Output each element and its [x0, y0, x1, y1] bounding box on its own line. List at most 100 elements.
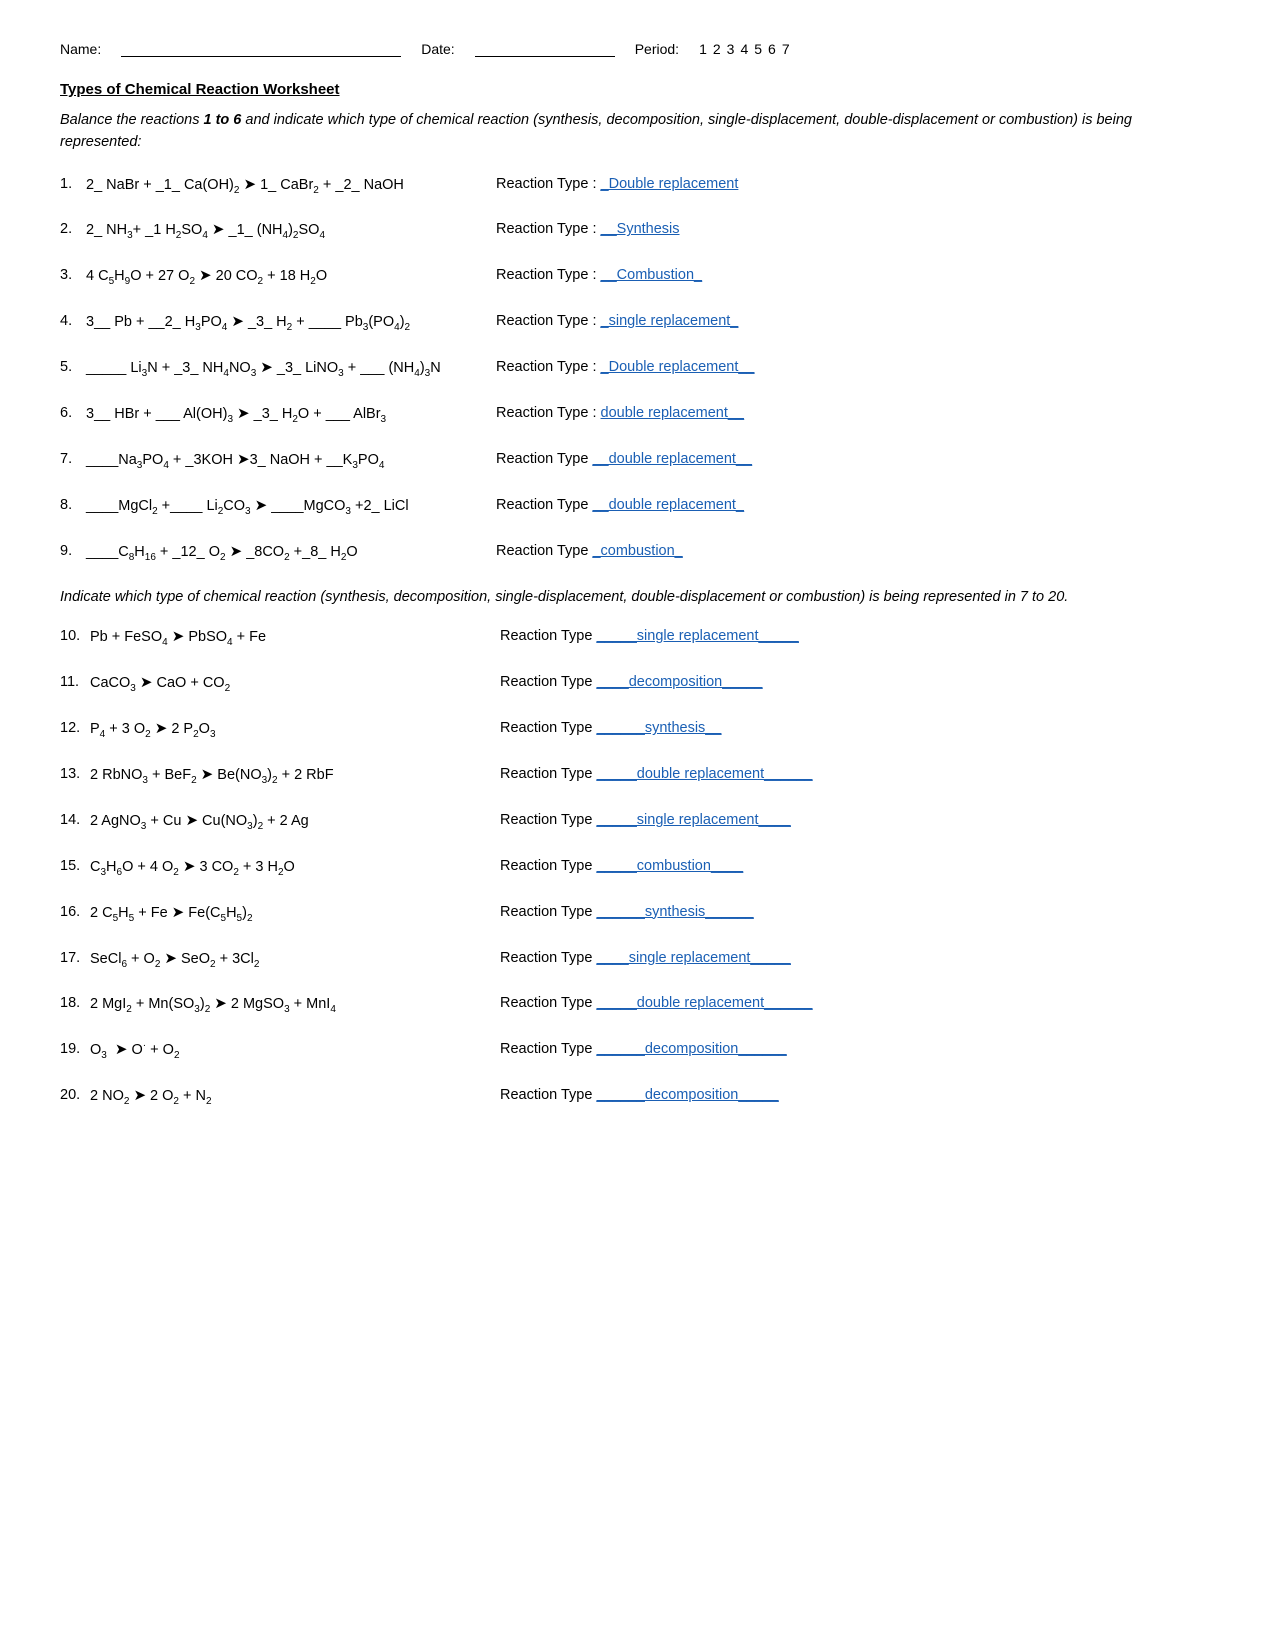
reaction-answer-8: __double replacement_: [592, 497, 744, 513]
reaction-answer-1: _Double replacement: [601, 176, 739, 192]
reaction-type-3: Reaction Type : __Combustion_: [466, 265, 1215, 285]
reaction-equation-13: 2 RbNO3 + BeF2 ➤ Be(NO3)2 + 2 RbF: [90, 764, 470, 788]
reaction-equation-19: O3 ➤ O· + O2: [90, 1039, 470, 1063]
reaction-item-2: 2. 2_ NH3+ _1 H2SO4 ➤ _1_ (NH4)2SO4 Reac…: [60, 219, 1215, 243]
period-label: Period:: [635, 41, 679, 57]
reaction-item-1: 1. 2_ NaBr + _1_ Ca(OH)2 ➤ 1_ CaBr2 + _2…: [60, 174, 1215, 198]
reaction-answer-19: ______decomposition______: [596, 1041, 786, 1057]
reaction-item-10: 10. Pb + FeSO4 ➤ PbSO4 + Fe Reaction Typ…: [60, 626, 1215, 650]
reaction-type-15: Reaction Type _____combustion____: [470, 856, 1215, 876]
reaction-type-8: Reaction Type __double replacement_: [466, 495, 1215, 515]
period-6[interactable]: 6: [768, 41, 776, 57]
header-row: Name: Date: Period: 1 2 3 4 5 6 7: [60, 40, 1215, 57]
reaction-answer-15: _____combustion____: [596, 858, 743, 874]
reaction-answer-16: ______synthesis______: [596, 904, 753, 920]
instructions-part2: Indicate which type of chemical reaction…: [60, 587, 1215, 609]
reaction-item-18: 18. 2 MgI2 + Mn(SO3)2 ➤ 2 MgSO3 + MnI4 R…: [60, 993, 1215, 1017]
reaction-answer-7: __double replacement__: [592, 451, 752, 467]
reaction-equation-3: 4 C5H9O + 27 O2 ➤ 20 CO2 + 18 H2O: [86, 265, 466, 289]
reaction-answer-5: _Double replacement__: [601, 359, 755, 375]
reaction-item-19: 19. O3 ➤ O· + O2 Reaction Type ______dec…: [60, 1039, 1215, 1063]
worksheet-title: Types of Chemical Reaction Worksheet: [60, 81, 1215, 98]
date-field[interactable]: [475, 40, 615, 57]
reactions-part1: 1. 2_ NaBr + _1_ Ca(OH)2 ➤ 1_ CaBr2 + _2…: [60, 174, 1215, 565]
reaction-num-3: 3.: [60, 265, 86, 285]
reaction-num-18: 18.: [60, 993, 90, 1013]
reaction-equation-12: P4 + 3 O2 ➤ 2 P2O3: [90, 718, 470, 742]
title-section: Types of Chemical Reaction Worksheet Bal…: [60, 81, 1215, 154]
reaction-equation-11: CaCO3 ➤ CaO + CO2: [90, 672, 470, 696]
reaction-num-20: 20.: [60, 1085, 90, 1105]
reaction-num-6: 6.: [60, 403, 86, 423]
reaction-item-6: 6. 3__ HBr + ___ Al(OH)3 ➤ _3_ H2O + ___…: [60, 403, 1215, 427]
reaction-num-8: 8.: [60, 495, 86, 515]
period-7[interactable]: 7: [782, 41, 790, 57]
reaction-type-10: Reaction Type _____single replacement___…: [470, 626, 1215, 646]
reaction-equation-2: 2_ NH3+ _1 H2SO4 ➤ _1_ (NH4)2SO4: [86, 219, 466, 243]
reaction-equation-16: 2 C5H5 + Fe ➤ Fe(C5H5)2: [90, 902, 470, 926]
reaction-answer-10: _____single replacement_____: [596, 628, 798, 644]
reaction-answer-14: _____single replacement____: [596, 812, 790, 828]
reaction-type-13: Reaction Type _____double replacement___…: [470, 764, 1215, 784]
reaction-item-11: 11. CaCO3 ➤ CaO + CO2 Reaction Type ____…: [60, 672, 1215, 696]
reaction-item-9: 9. ____C8H16 + _12_ O2 ➤ _8CO2 +_8_ H2O …: [60, 541, 1215, 565]
reaction-answer-11: ____decomposition_____: [596, 674, 762, 690]
reaction-num-1: 1.: [60, 174, 86, 194]
reaction-item-20: 20. 2 NO2 ➤ 2 O2 + N2 Reaction Type ____…: [60, 1085, 1215, 1109]
period-numbers: 1 2 3 4 5 6 7: [699, 41, 790, 57]
reaction-answer-17: ____single replacement_____: [596, 950, 790, 966]
reaction-num-17: 17.: [60, 948, 90, 968]
reaction-equation-5: _____ Li3N + _3_ NH4NO3 ➤ _3_ LiNO3 + __…: [86, 357, 466, 381]
reaction-type-18: Reaction Type _____double replacement___…: [470, 993, 1215, 1013]
reaction-answer-2: __Synthesis: [601, 221, 680, 237]
reaction-item-7: 7. ____Na3PO4 + _3KOH ➤3_ NaOH + __K3PO4…: [60, 449, 1215, 473]
reaction-equation-15: C3H6O + 4 O2 ➤ 3 CO2 + 3 H2O: [90, 856, 470, 880]
reaction-equation-10: Pb + FeSO4 ➤ PbSO4 + Fe: [90, 626, 470, 650]
reaction-type-1: Reaction Type : _Double replacement: [466, 174, 1215, 194]
reaction-num-16: 16.: [60, 902, 90, 922]
reaction-item-14: 14. 2 AgNO3 + Cu ➤ Cu(NO3)2 + 2 Ag React…: [60, 810, 1215, 834]
reaction-answer-13: _____double replacement______: [596, 766, 812, 782]
date-label: Date:: [421, 41, 454, 57]
reaction-type-5: Reaction Type : _Double replacement__: [466, 357, 1215, 377]
reaction-num-11: 11.: [60, 672, 90, 692]
reaction-equation-4: 3__ Pb + __2_ H3PO4 ➤ _3_ H2 + ____ Pb3(…: [86, 311, 466, 335]
reaction-answer-12: ______synthesis__: [596, 720, 721, 736]
reaction-type-9: Reaction Type _combustion_: [466, 541, 1215, 561]
reaction-type-11: Reaction Type ____decomposition_____: [470, 672, 1215, 692]
reaction-type-19: Reaction Type ______decomposition______: [470, 1039, 1215, 1059]
period-5[interactable]: 5: [754, 41, 762, 57]
period-1[interactable]: 1: [699, 41, 707, 57]
period-4[interactable]: 4: [740, 41, 748, 57]
name-label: Name:: [60, 41, 101, 57]
reaction-equation-14: 2 AgNO3 + Cu ➤ Cu(NO3)2 + 2 Ag: [90, 810, 470, 834]
name-field[interactable]: [121, 40, 401, 57]
reaction-num-7: 7.: [60, 449, 86, 469]
reaction-num-12: 12.: [60, 718, 90, 738]
reaction-num-14: 14.: [60, 810, 90, 830]
reaction-equation-18: 2 MgI2 + Mn(SO3)2 ➤ 2 MgSO3 + MnI4: [90, 993, 470, 1017]
reaction-equation-17: SeCl6 + O2 ➤ SeO2 + 3Cl2: [90, 948, 470, 972]
reaction-num-2: 2.: [60, 219, 86, 239]
reaction-type-4: Reaction Type : _single replacement_: [466, 311, 1215, 331]
reaction-type-20: Reaction Type ______decomposition_____: [470, 1085, 1215, 1105]
reaction-answer-20: ______decomposition_____: [596, 1087, 778, 1103]
reaction-equation-8: ____MgCl2 +____ Li2CO3 ➤ ____MgCO3 +2_ L…: [86, 495, 466, 519]
reaction-answer-6: double replacement__: [601, 405, 745, 421]
reaction-answer-3: __Combustion_: [601, 267, 703, 283]
reaction-answer-4: _single replacement_: [601, 313, 739, 329]
reaction-num-19: 19.: [60, 1039, 90, 1059]
reaction-equation-7: ____Na3PO4 + _3KOH ➤3_ NaOH + __K3PO4: [86, 449, 466, 473]
reaction-num-15: 15.: [60, 856, 90, 876]
reaction-item-12: 12. P4 + 3 O2 ➤ 2 P2O3 Reaction Type ___…: [60, 718, 1215, 742]
period-2[interactable]: 2: [713, 41, 721, 57]
reaction-num-9: 9.: [60, 541, 86, 561]
reaction-type-17: Reaction Type ____single replacement____…: [470, 948, 1215, 968]
reaction-answer-9: _combustion_: [592, 543, 682, 559]
reaction-item-17: 17. SeCl6 + O2 ➤ SeO2 + 3Cl2 Reaction Ty…: [60, 948, 1215, 972]
reaction-equation-20: 2 NO2 ➤ 2 O2 + N2: [90, 1085, 470, 1109]
reaction-item-3: 3. 4 C5H9O + 27 O2 ➤ 20 CO2 + 18 H2O Rea…: [60, 265, 1215, 289]
reactions-part2: 10. Pb + FeSO4 ➤ PbSO4 + Fe Reaction Typ…: [60, 626, 1215, 1109]
period-3[interactable]: 3: [727, 41, 735, 57]
reaction-type-12: Reaction Type ______synthesis__: [470, 718, 1215, 738]
